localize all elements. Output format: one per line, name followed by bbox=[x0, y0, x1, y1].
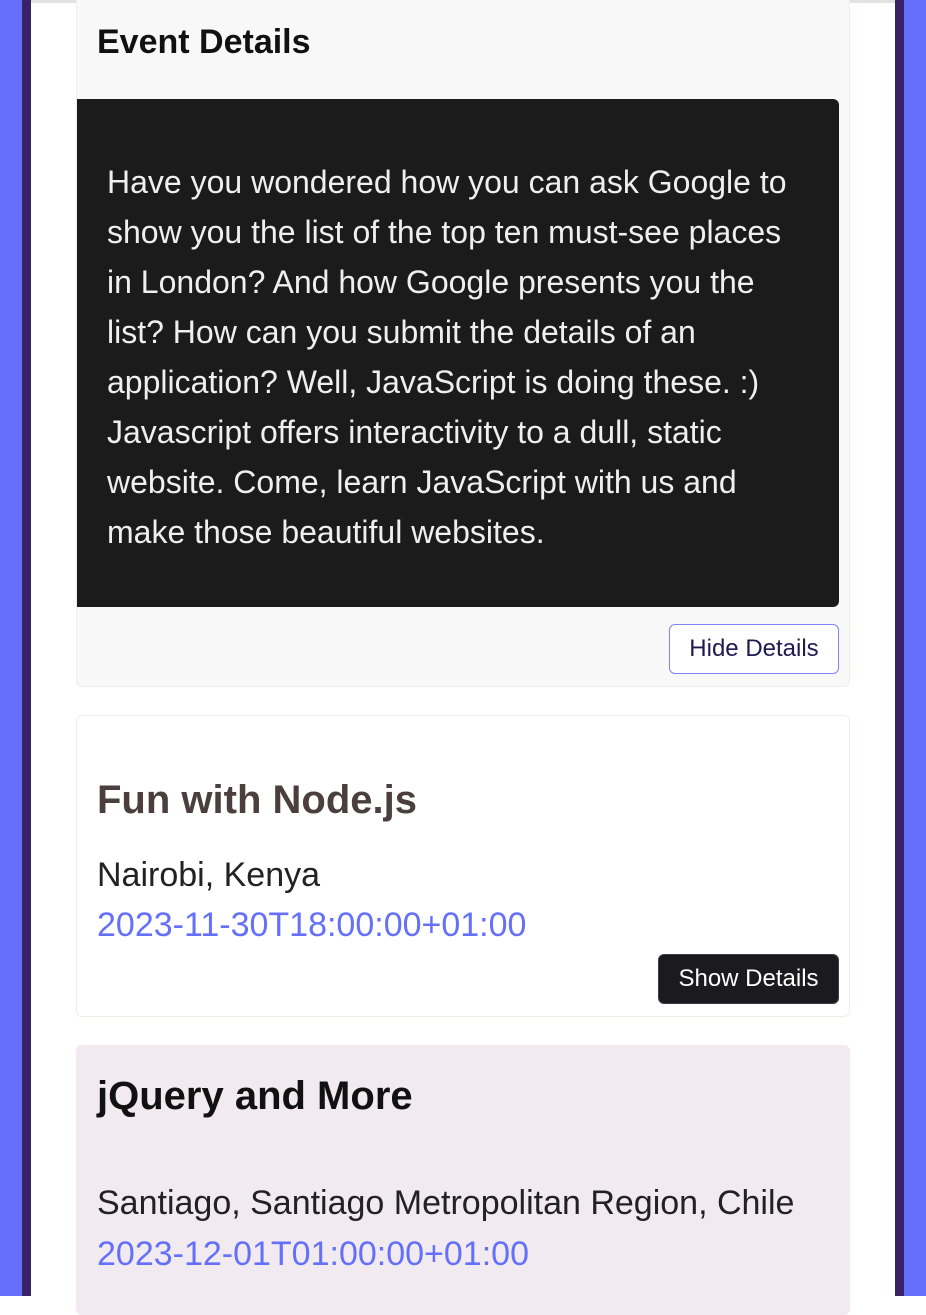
show-details-button[interactable]: Show Details bbox=[658, 954, 839, 1004]
event-title: Fun with Node.js bbox=[97, 778, 417, 822]
event-details-panel: Have you wondered how you can ask Google… bbox=[77, 99, 839, 607]
right-frame-border bbox=[895, 0, 904, 1296]
event-description: Have you wondered how you can ask Google… bbox=[107, 164, 787, 550]
event-date: 2023-12-01T01:00:00+01:00 bbox=[97, 1235, 529, 1273]
event-details-heading: Event Details bbox=[97, 23, 311, 61]
hide-details-button[interactable]: Hide Details bbox=[669, 624, 839, 674]
event-card-highlighted: jQuery and More Santiago, Santiago Metro… bbox=[76, 1045, 850, 1315]
event-date: 2023-11-30T18:00:00+01:00 bbox=[97, 906, 527, 944]
left-frame-accent bbox=[0, 0, 22, 1296]
right-frame-accent bbox=[904, 0, 926, 1296]
event-location: Santiago, Santiago Metropolitan Region, … bbox=[97, 1184, 795, 1222]
event-title: jQuery and More bbox=[97, 1074, 413, 1118]
event-location: Nairobi, Kenya bbox=[97, 856, 321, 894]
left-frame-border bbox=[22, 0, 31, 1296]
event-card-expanded: Event Details Have you wondered how you … bbox=[76, 0, 850, 687]
event-card: Fun with Node.js Nairobi, Kenya 2023-11-… bbox=[76, 715, 850, 1017]
